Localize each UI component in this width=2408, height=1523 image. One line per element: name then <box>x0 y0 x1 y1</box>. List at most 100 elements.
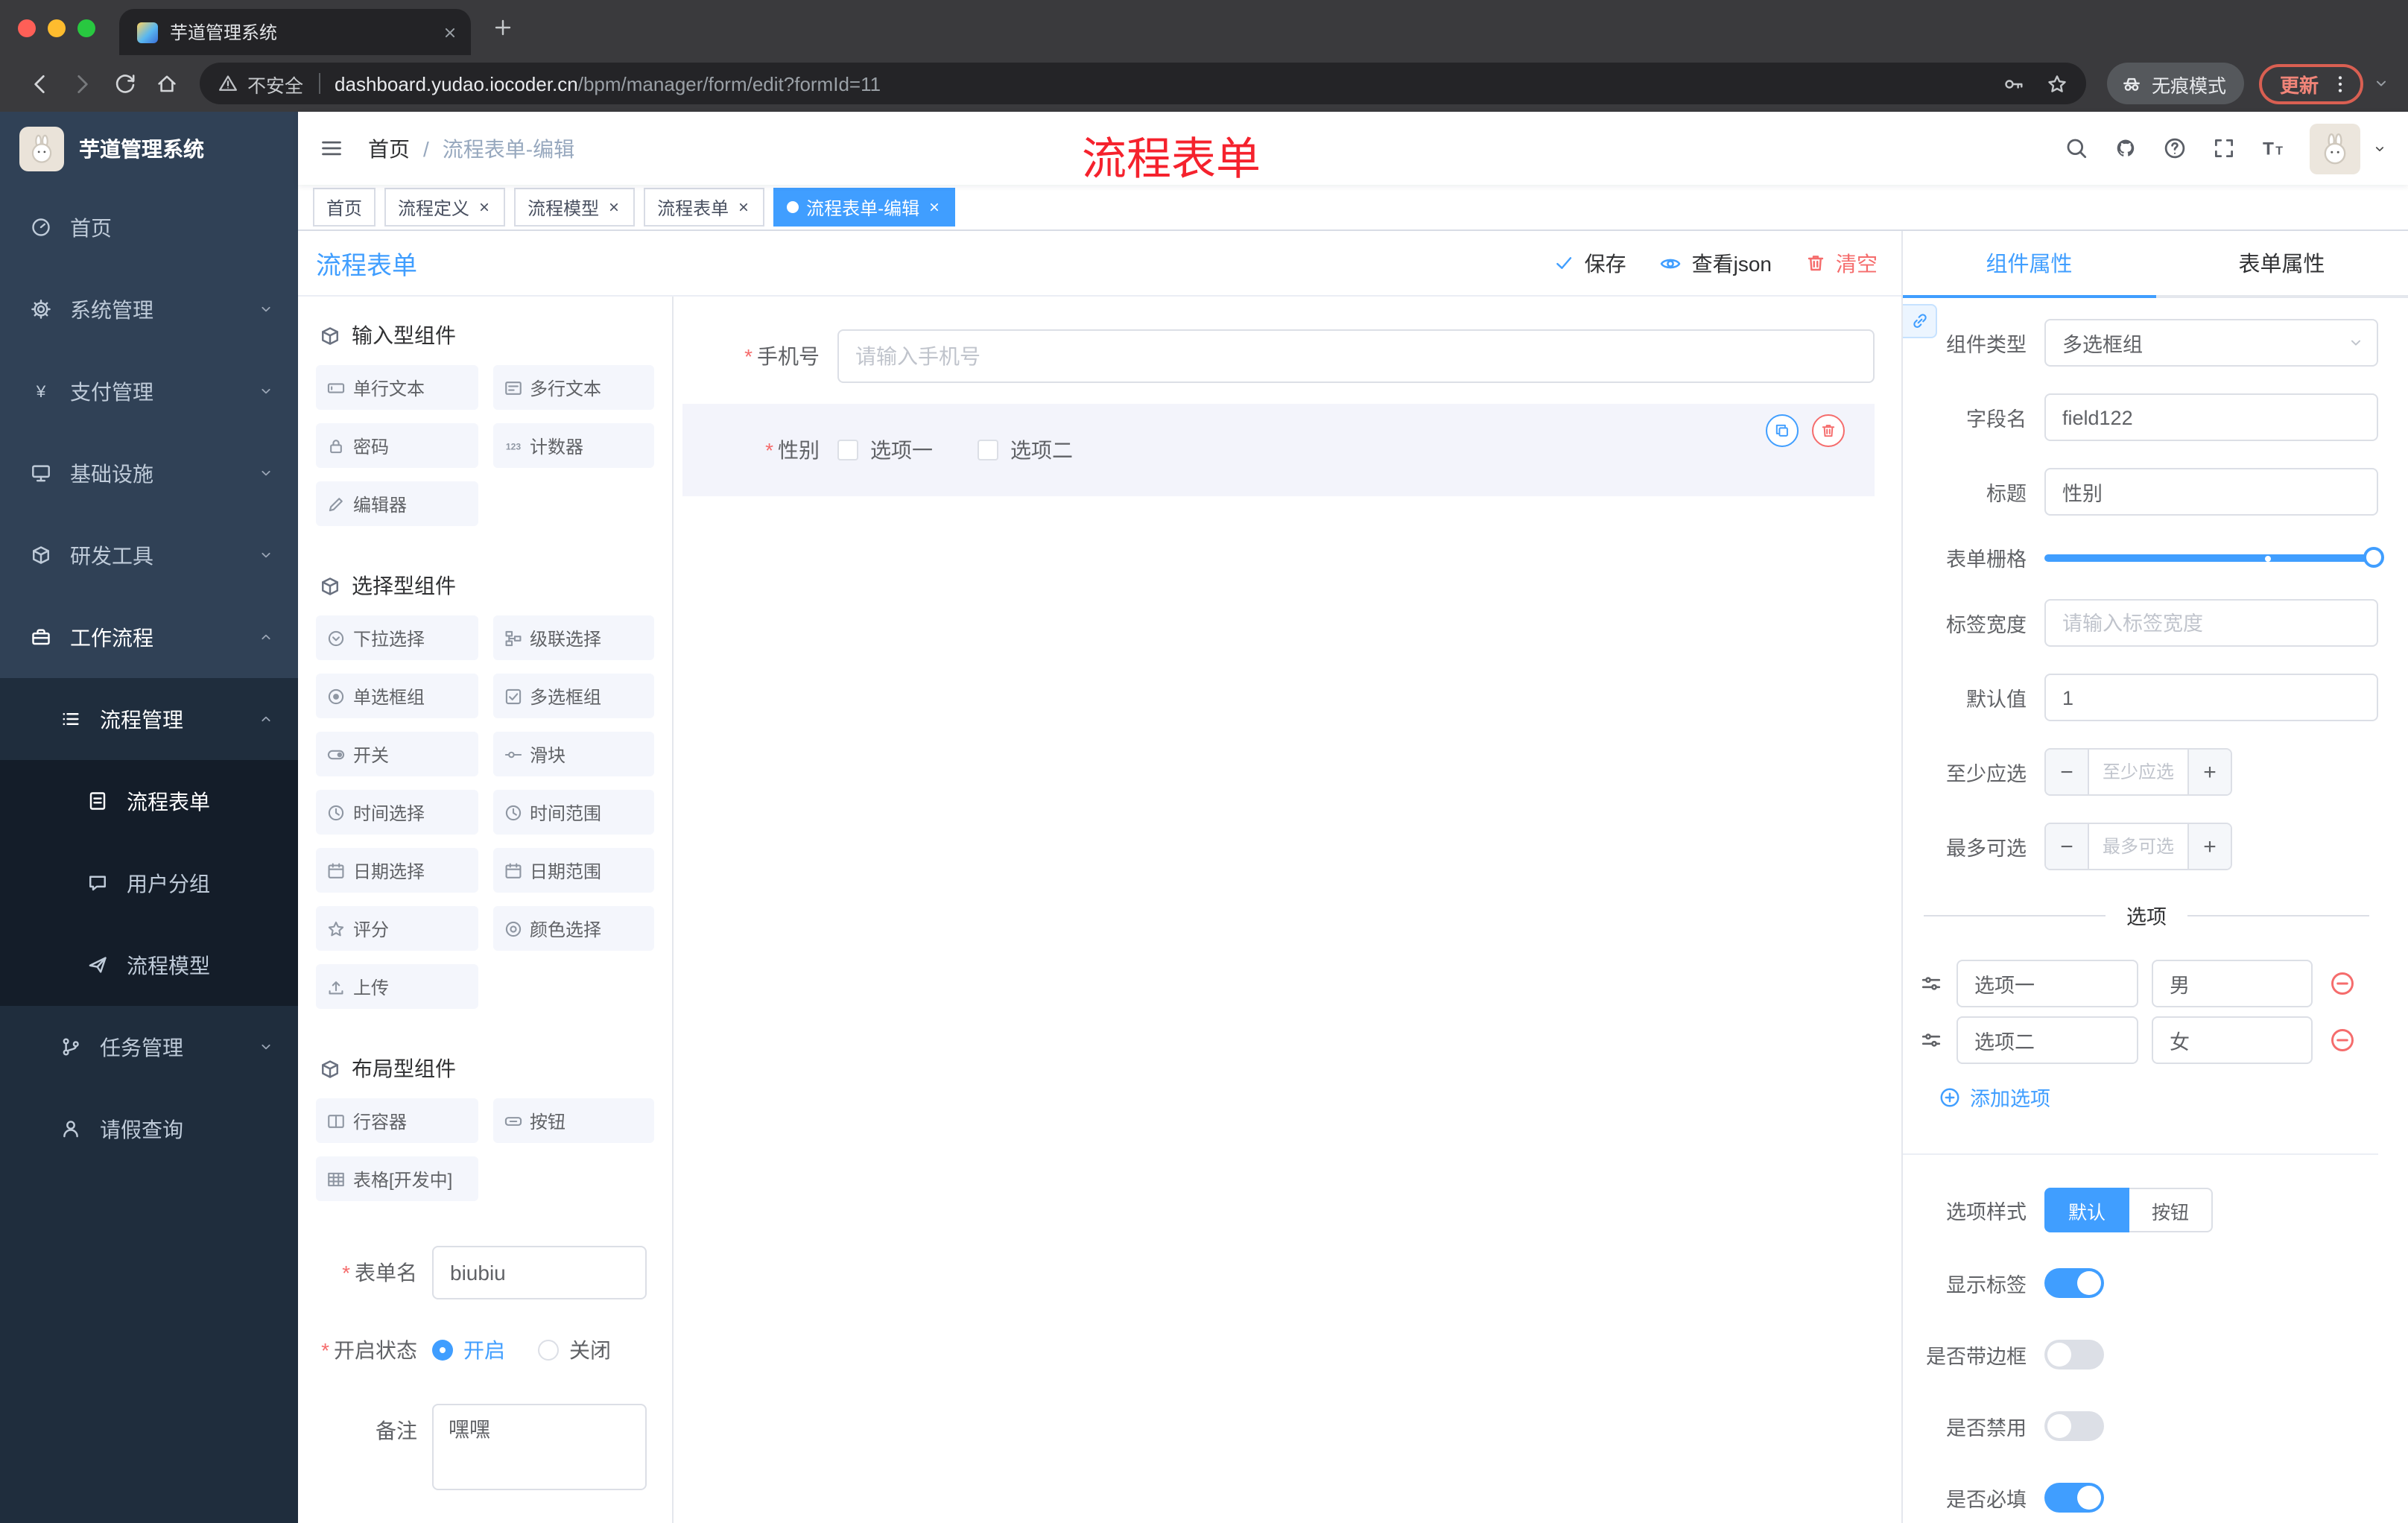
gender-option1-checkbox[interactable]: 选项一 <box>837 435 933 465</box>
clear-button[interactable]: 清空 <box>1805 248 1878 278</box>
sidebar-item-system[interactable]: 系统管理 <box>0 268 298 350</box>
grid-slider[interactable] <box>2044 547 2384 568</box>
status-on-radio[interactable]: 开启 <box>432 1335 505 1365</box>
palette-item-table[interactable]: 表格[开发中] <box>316 1156 478 1201</box>
palette-item-editor[interactable]: 编辑器 <box>316 481 478 526</box>
palette-item-button[interactable]: 按钮 <box>492 1098 654 1143</box>
palette-item-password[interactable]: 密码 <box>316 423 478 468</box>
palette-item-color-picker[interactable]: 颜色选择 <box>492 906 654 951</box>
palette-item-time-picker[interactable]: 时间选择 <box>316 790 478 835</box>
label-width-input[interactable] <box>2044 599 2378 647</box>
forward-icon[interactable] <box>70 71 95 96</box>
search-icon[interactable] <box>2064 136 2089 161</box>
window-minimize-button[interactable] <box>48 19 66 37</box>
required-switch[interactable] <box>2044 1483 2104 1513</box>
browser-tab[interactable]: 芋道管理系统 <box>119 9 471 55</box>
palette-item-single-line-text[interactable]: 单行文本 <box>316 365 478 410</box>
border-switch[interactable] <box>2044 1340 2104 1370</box>
add-option-button[interactable]: 添加选项 <box>1939 1082 2378 1112</box>
sidebar-item-process-management[interactable]: 流程管理 <box>0 678 298 760</box>
style-button-button[interactable]: 按钮 <box>2129 1188 2214 1232</box>
tag-process-form-edit[interactable]: 流程表单-编辑 <box>773 188 956 227</box>
font-size-icon[interactable] <box>2260 136 2286 161</box>
tag-process-form[interactable]: 流程表单 <box>644 188 765 227</box>
window-zoom-button[interactable] <box>77 19 95 37</box>
avatar-caret-icon[interactable] <box>2372 141 2387 156</box>
tag-close-icon[interactable] <box>477 200 492 215</box>
decrement-button[interactable]: − <box>2046 750 2089 794</box>
gender-option2-checkbox[interactable]: 选项二 <box>978 435 1073 465</box>
default-value-input[interactable] <box>2044 674 2378 721</box>
security-label[interactable]: 不安全 <box>247 69 303 98</box>
update-button[interactable]: 更新 <box>2258 63 2363 104</box>
github-icon[interactable] <box>2113 136 2138 161</box>
drag-handle-icon[interactable] <box>1919 1028 1943 1052</box>
palette-item-rate[interactable]: 评分 <box>316 906 478 951</box>
phone-input[interactable] <box>837 329 1875 383</box>
palette-item-multi-line-text[interactable]: 多行文本 <box>492 365 654 410</box>
status-off-radio[interactable]: 关闭 <box>538 1335 611 1365</box>
widget-delete-button[interactable] <box>1812 414 1845 447</box>
max-select-input[interactable] <box>2089 824 2187 869</box>
bookmark-star-icon[interactable] <box>2046 72 2068 95</box>
palette-item-checkbox-group[interactable]: 多选框组 <box>492 674 654 718</box>
show-label-switch[interactable] <box>2044 1268 2104 1298</box>
drag-handle-icon[interactable] <box>1919 972 1943 995</box>
tag-home[interactable]: 首页 <box>313 188 376 227</box>
sidebar-item-infrastructure[interactable]: 基础设施 <box>0 432 298 514</box>
palette-item-select[interactable]: 下拉选择 <box>316 615 478 660</box>
style-default-button[interactable]: 默认 <box>2044 1188 2130 1232</box>
new-tab-button[interactable] <box>492 16 514 39</box>
palette-item-date-picker[interactable]: 日期选择 <box>316 848 478 893</box>
option-value-input[interactable] <box>2152 1016 2313 1064</box>
tag-close-icon[interactable] <box>736 200 751 215</box>
sidebar-item-process-form[interactable]: 流程表单 <box>0 760 298 842</box>
save-button[interactable]: 保存 <box>1553 248 1626 278</box>
decrement-button[interactable]: − <box>2046 824 2089 869</box>
option-label-input[interactable] <box>1956 1016 2138 1064</box>
browser-menu-icon[interactable] <box>2329 72 2351 95</box>
password-key-icon[interactable] <box>2003 72 2025 95</box>
palette-item-radio-group[interactable]: 单选框组 <box>316 674 478 718</box>
back-icon[interactable] <box>27 71 52 96</box>
address-bar[interactable]: 不安全 dashboard.yudao.iocoder.cn/bpm/manag… <box>200 63 2086 104</box>
tag-process-model[interactable]: 流程模型 <box>514 188 636 227</box>
palette-item-cascader[interactable]: 级联选择 <box>492 615 654 660</box>
tab-component-props[interactable]: 组件属性 <box>1903 231 2155 298</box>
slider-handle[interactable] <box>2363 547 2384 568</box>
option-value-input[interactable] <box>2152 960 2313 1007</box>
remark-textarea[interactable]: 嘿嘿 <box>432 1404 647 1490</box>
palette-item-date-range[interactable]: 日期范围 <box>492 848 654 893</box>
anchor-link-chip[interactable] <box>1903 304 1937 338</box>
palette-item-slider[interactable]: 滑块 <box>492 732 654 776</box>
view-json-button[interactable]: 查看json <box>1659 248 1772 278</box>
sidebar-item-user-group[interactable]: 用户分组 <box>0 842 298 924</box>
help-icon[interactable] <box>2162 136 2187 161</box>
option-label-input[interactable] <box>1956 960 2138 1007</box>
title-input[interactable] <box>2044 468 2378 516</box>
increment-button[interactable]: + <box>2187 824 2231 869</box>
sidebar-item-process-model[interactable]: 流程模型 <box>0 924 298 1006</box>
toolbar-chevron-icon[interactable] <box>2372 75 2390 92</box>
increment-button[interactable]: + <box>2187 750 2231 794</box>
palette-item-upload[interactable]: 上传 <box>316 964 478 1009</box>
sidebar-item-task-management[interactable]: 任务管理 <box>0 1006 298 1088</box>
widget-copy-button[interactable] <box>1766 414 1799 447</box>
form-name-input[interactable] <box>432 1246 647 1299</box>
sidebar-item-leave-query[interactable]: 请假查询 <box>0 1088 298 1170</box>
palette-item-counter[interactable]: 计数器 <box>492 423 654 468</box>
sidebar-item-workflow[interactable]: 工作流程 <box>0 596 298 678</box>
min-select-input[interactable] <box>2089 750 2187 794</box>
selected-widget-gender[interactable]: * 性别 选项一 选项二 <box>682 404 1875 496</box>
field-name-input[interactable] <box>2044 393 2378 441</box>
tag-process-definition[interactable]: 流程定义 <box>384 188 506 227</box>
form-canvas[interactable]: *手机号 *性别 <box>674 297 1901 1523</box>
browser-home-icon[interactable] <box>155 72 179 95</box>
reload-icon[interactable] <box>113 72 137 95</box>
window-close-button[interactable] <box>18 19 36 37</box>
palette-item-row-container[interactable]: 行容器 <box>316 1098 478 1143</box>
hamburger-icon[interactable] <box>319 136 344 161</box>
sidebar-item-payment[interactable]: 支付管理 <box>0 350 298 432</box>
remove-option-button[interactable] <box>2329 1027 2356 1054</box>
sidebar-logo[interactable]: 芋道管理系统 <box>0 112 298 186</box>
